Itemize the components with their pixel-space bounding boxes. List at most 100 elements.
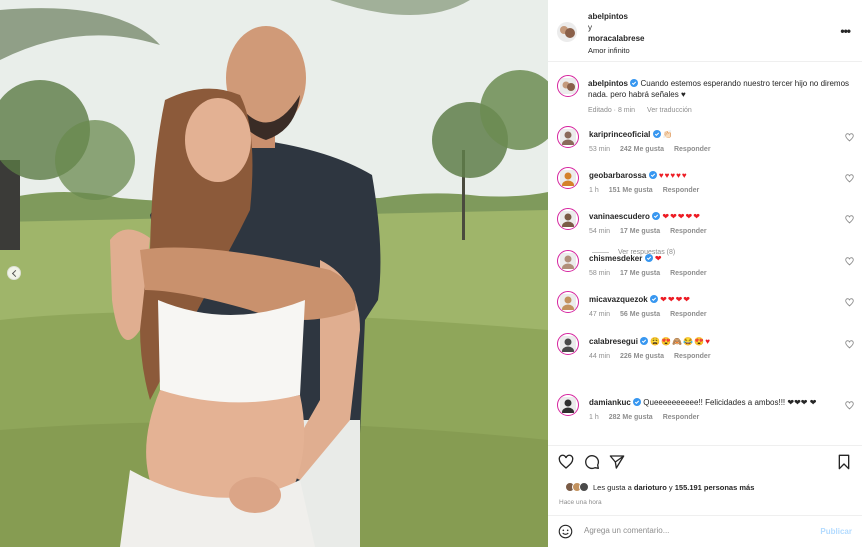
verified-badge-icon: [648, 171, 657, 179]
comment-like-heart-icon[interactable]: [845, 298, 854, 307]
post-caption: abelpintos Cuando estemos esperando nues…: [548, 70, 862, 118]
emoji-icon[interactable]: [558, 524, 573, 539]
comment-body: kariprinceoficial 👏🏻 53 min 242 Me gusta Re…: [589, 129, 839, 155]
like-heart-icon[interactable]: [558, 454, 574, 470]
carousel-prev-button[interactable]: [7, 266, 21, 280]
comment-likes[interactable]: 17 Me gusta: [620, 228, 660, 235]
comment-time: 1 h: [589, 187, 599, 194]
comment-reply-button[interactable]: Responder: [663, 187, 700, 194]
comment-time: 58 min: [589, 270, 611, 277]
commenter-username[interactable]: calabresegui: [589, 337, 638, 346]
comment-like-heart-icon[interactable]: [845, 133, 854, 142]
liker-avatar: [579, 482, 589, 492]
commenter-username[interactable]: geobarbarossa: [589, 171, 646, 180]
share-send-icon[interactable]: [609, 454, 625, 470]
commenter-username[interactable]: damiankuc: [589, 398, 631, 407]
comment-likes[interactable]: 242 Me gusta: [620, 146, 664, 153]
post-photo[interactable]: [0, 0, 548, 547]
publish-button[interactable]: Publicar: [820, 527, 852, 536]
comment-text: Queeeeeeeeee!! Felicidades a ambos!!! ❤❤…: [643, 398, 817, 407]
view-replies-label: Ver respuestas (8): [618, 249, 676, 256]
verified-badge-icon: [633, 398, 642, 406]
replies-divider: [592, 252, 609, 253]
comment-meta: 47 min 56 Me gusta Responder: [589, 309, 839, 320]
post-header: abelpintos y moracalabrese Amor infinito…: [548, 0, 862, 62]
commenter-username[interactable]: micavazquezok: [589, 295, 648, 304]
comment-like-heart-icon[interactable]: [845, 215, 854, 224]
comment-body: chismesdeker ❤ 58 min 17 Me gusta Responder: [589, 253, 839, 279]
post-side-panel: abelpintos y moracalabrese Amor infinito…: [548, 0, 862, 547]
comment-meta: 44 min 226 Me gusta Responder: [589, 351, 839, 362]
comment-body: vaninaescudero ❤❤❤❤❤ 54 min 17 Me gusta Res…: [589, 211, 839, 237]
comment-text: 👏🏻: [662, 130, 673, 139]
comment-input[interactable]: [584, 526, 804, 535]
commenter-username[interactable]: vaninaescudero: [589, 212, 650, 221]
coauthor-username[interactable]: moracalabrese: [588, 33, 644, 44]
comment-text: ❤❤❤❤❤: [662, 212, 701, 221]
comment-time: 47 min: [589, 311, 611, 318]
commenter-avatar[interactable]: [557, 250, 579, 272]
comment-reply-button[interactable]: Responder: [674, 146, 711, 153]
comment-reply-button[interactable]: Responder: [663, 414, 700, 421]
more-horizontal-icon[interactable]: •••: [840, 25, 851, 37]
comment-meta: 1 h 151 Me gusta Responder: [589, 185, 839, 196]
comment-reply-button[interactable]: Responder: [670, 270, 707, 277]
verified-badge-icon: [640, 337, 649, 345]
comment-reply-button[interactable]: Responder: [674, 353, 711, 360]
comment-likes[interactable]: 17 Me gusta: [620, 270, 660, 277]
see-translation-link[interactable]: Ver traducción: [647, 107, 692, 114]
verified-badge-icon: [630, 79, 639, 87]
photo-illustration: [0, 0, 548, 547]
caption-body: Cuando estemos esperando nuestro tercer …: [588, 79, 850, 99]
comment-reply-button[interactable]: Responder: [670, 311, 707, 318]
view-replies-link[interactable]: Ver respuestas (8): [592, 249, 675, 256]
likes-prefix: Les gusta a: [593, 482, 632, 492]
commenter-avatar[interactable]: [557, 394, 579, 416]
caption-text-block: abelpintos Cuando estemos esperando nues…: [588, 78, 850, 116]
audio-track[interactable]: Amor infinito: [588, 45, 644, 56]
bookmark-icon[interactable]: [836, 454, 852, 470]
verified-badge-icon: [652, 212, 661, 220]
comment-like-heart-icon[interactable]: [845, 340, 854, 349]
comment-body: damiankuc Queeeeeeeeee!! Felicidades a a…: [589, 397, 839, 423]
comment-like-heart-icon[interactable]: [845, 401, 854, 410]
comment-meta: 1 h 282 Me gusta Responder: [589, 412, 839, 423]
comment-text: ♥♥♥♥♥: [658, 171, 688, 180]
commenter-avatar[interactable]: [557, 208, 579, 230]
comment-body: micavazquezok ❤❤❤❤ 47 min 56 Me gusta Respo…: [589, 294, 839, 320]
comment-likes[interactable]: 151 Me gusta: [609, 187, 653, 194]
comment-likes[interactable]: 282 Me gusta: [609, 414, 653, 421]
likes-user[interactable]: darioturo: [634, 483, 667, 492]
comment-meta: 53 min 242 Me gusta Responder: [589, 144, 839, 155]
comment-meta: 58 min 17 Me gusta Responder: [589, 268, 839, 279]
comment-icon[interactable]: [584, 454, 600, 470]
caption-username[interactable]: abelpintos: [588, 79, 628, 88]
author-avatar[interactable]: [557, 22, 577, 42]
caption-avatar[interactable]: [557, 75, 579, 97]
commenter-avatar[interactable]: [557, 333, 579, 355]
comment-body: calabresegui 😩😍🙈😂😍♥ 44 min 226 Me gusta Res…: [589, 336, 839, 362]
authors-conjunction: y: [588, 23, 592, 32]
comment-time: 53 min: [589, 146, 611, 153]
post-actions: Les gusta a darioturo y 155.191 personas…: [548, 445, 862, 511]
caption-meta: Editado · 8 min Ver traducción: [588, 105, 850, 116]
caption-edited: Editado · 8 min: [588, 107, 636, 114]
likes-count[interactable]: 155.191 personas más: [675, 483, 755, 492]
comment-text: 😩😍🙈😂😍♥: [650, 337, 711, 346]
comment-body: geobarbarossa ♥♥♥♥♥ 1 h 151 Me gusta Respon…: [589, 170, 839, 196]
comment-likes[interactable]: 56 Me gusta: [620, 311, 660, 318]
author-username[interactable]: abelpintos: [588, 11, 644, 22]
likes-text: Les gusta a darioturo y 155.191 personas…: [593, 483, 754, 492]
comment-like-heart-icon[interactable]: [845, 174, 854, 183]
commenter-username[interactable]: kariprinceoficial: [589, 130, 650, 139]
commenter-avatar[interactable]: [557, 126, 579, 148]
verified-badge-icon: [652, 130, 661, 138]
comment-reply-button[interactable]: Responder: [670, 228, 707, 235]
commenter-avatar[interactable]: [557, 167, 579, 189]
comment-like-heart-icon[interactable]: [845, 257, 854, 266]
comment-time: 44 min: [589, 353, 611, 360]
comment-likes[interactable]: 226 Me gusta: [620, 353, 664, 360]
likes-middle: y: [668, 482, 673, 492]
commenter-avatar[interactable]: [557, 291, 579, 313]
chevron-left-icon: [11, 269, 19, 277]
